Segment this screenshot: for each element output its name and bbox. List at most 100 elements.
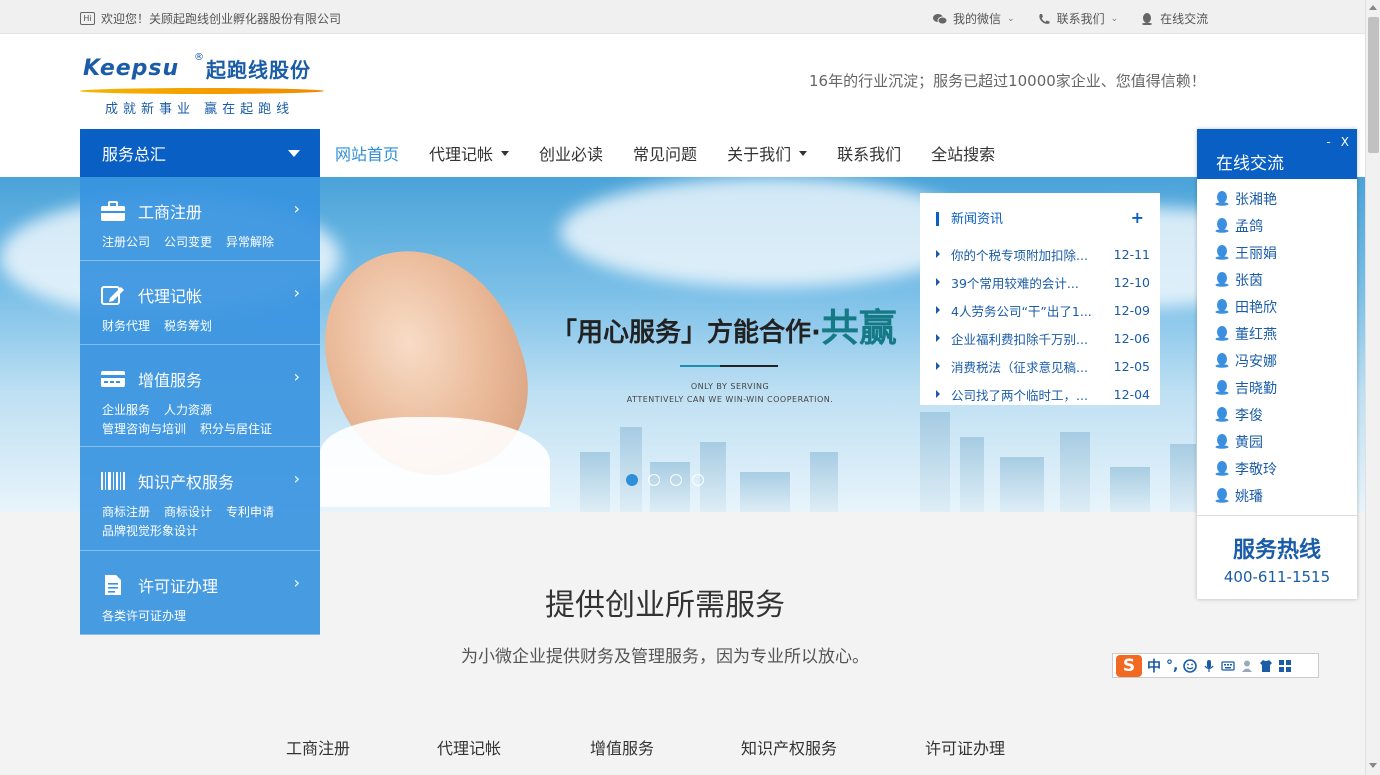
service-sub-link[interactable]: 企业服务 [102,403,150,417]
chat-agent[interactable]: 董红燕 [1215,320,1357,347]
chat-agent[interactable]: 黄园 [1215,428,1357,455]
hotline-number[interactable]: 400-611-1515 [1197,568,1357,586]
tab-business-registration[interactable]: 工商注册 [286,735,437,759]
banner-headline-part2: 共赢 [820,306,897,350]
sogou-logo-icon[interactable]: S [1116,654,1142,677]
chat-header: 在线交流 - X [1197,129,1357,179]
slider-dot[interactable] [692,474,704,486]
triangle-right-icon [936,390,940,398]
ime-toolbar[interactable]: S 中 °, [1112,653,1319,678]
chat-agent[interactable]: 吉晓勤 [1215,374,1357,401]
chat-close-button[interactable]: X [1341,135,1349,149]
chat-agent[interactable]: 孟鸽 [1215,212,1357,239]
chat-agent[interactable]: 田艳欣 [1215,293,1357,320]
slider-dot[interactable] [626,474,638,486]
nav-item-home[interactable]: 网站首页 [335,141,399,165]
service-sub-link[interactable]: 商标设计 [164,505,212,519]
qq-icon [1215,434,1229,449]
service-item-bookkeeping[interactable]: 代理记帐 › 财务代理 税务筹划 [80,261,320,345]
nav-item-contact[interactable]: 联系我们 [837,141,901,165]
wechat-link-label: 我的微信 [953,12,1002,26]
news-item-date: 12-04 [1113,386,1150,402]
chat-agent[interactable]: 李敬玲 [1215,455,1357,482]
logo-english: Keepsu [83,56,180,81]
service-sub-link[interactable]: 管理咨询与培训 [102,422,186,436]
service-item-intellectual-property[interactable]: 知识产权服务 › 商标注册 商标设计 专利申请 品牌视觉形象设计 [80,447,320,551]
slider-dot[interactable] [648,474,660,486]
service-sub-link[interactable]: 财务代理 [102,319,150,333]
triangle-right-icon [936,334,940,342]
service-menu-title: 服务总汇 [102,145,167,164]
news-item-title: 你的个税专项附加扣除... [951,247,1088,263]
news-item-date: 12-05 [1113,358,1150,374]
nav-item-search[interactable]: 全站搜索 [931,141,995,165]
chat-agent[interactable]: 王丽娟 [1215,239,1357,266]
chat-agent[interactable]: 姚璠 [1215,482,1357,509]
nav-item-faq[interactable]: 常见问题 [633,141,697,165]
service-sub-link[interactable]: 专利申请 [226,505,274,519]
scroll-down-arrow-icon[interactable] [1369,763,1377,768]
news-item[interactable]: 企业福利费扣除千万别... 12-06 [936,324,1150,352]
service-sub-link[interactable]: 异常解除 [226,235,274,249]
service-item-business-registration[interactable]: 工商注册 › 注册公司 公司变更 异常解除 [80,177,320,261]
ime-punctuation-toggle[interactable]: °, [1166,658,1178,674]
news-item[interactable]: 4人劳务公司“干”出了1... 12-09 [936,296,1150,324]
service-sub-link[interactable]: 注册公司 [102,235,150,249]
service-tabs: 工商注册 代理记帐 增值服务 知识产权服务 许可证办理 [286,735,1005,759]
online-chat-link-label: 在线交流 [1160,12,1209,26]
site-logo[interactable]: Keepsu ® 起跑线股份 成就新事业 赢在起跑线 [80,48,330,128]
nav-item-label: 代理记帐 [429,145,494,164]
service-sub-link[interactable]: 品牌视觉形象设计 [102,524,198,538]
service-menu-toggle[interactable]: 服务总汇 [80,129,320,177]
nav-item-startup-guide[interactable]: 创业必读 [539,141,603,165]
nav-item-about[interactable]: 关于我们 [727,141,808,165]
news-item-title: 4人劳务公司“干”出了1... [951,303,1092,319]
triangle-right-icon [936,250,940,258]
triangle-right-icon [936,362,940,370]
news-more-button[interactable]: + [1131,208,1144,227]
scrollbar-thumb[interactable] [1368,17,1379,153]
service-sub-link[interactable]: 税务筹划 [164,319,212,333]
user-icon[interactable] [1240,659,1254,673]
service-sub-link[interactable]: 积分与居住证 [200,422,272,436]
tab-intellectual-property[interactable]: 知识产权服务 [741,735,925,759]
service-item-title: 增值服务 [138,371,203,390]
tab-licenses[interactable]: 许可证办理 [925,735,1005,759]
nav-item-bookkeeping[interactable]: 代理记帐 [429,141,510,165]
grid-menu-icon[interactable] [1278,659,1292,673]
news-item[interactable]: 消费税法（征求意见稿... 12-05 [936,352,1150,380]
hi-icon: Hi [80,12,95,25]
page-scrollbar[interactable] [1365,0,1380,775]
service-item-value-added[interactable]: 增值服务 › 企业服务 人力资源 管理咨询与培训 积分与居住证 [80,345,320,447]
tab-bookkeeping[interactable]: 代理记帐 [437,735,590,759]
chat-agent[interactable]: 张湘艳 [1215,185,1357,212]
news-item[interactable]: 你的个税专项附加扣除... 12-11 [936,240,1150,268]
wechat-link[interactable]: 我的微信 ⌄ [933,10,1015,27]
welcome-text: 欢迎您！关顾起跑线创业孵化器股份有限公司 [101,12,342,26]
tab-value-added[interactable]: 增值服务 [590,735,741,759]
keyboard-icon[interactable] [1221,659,1235,673]
chat-agent[interactable]: 李俊 [1215,401,1357,428]
slider-dots [626,474,704,486]
service-sub-link[interactable]: 商标注册 [102,505,150,519]
news-item[interactable]: 公司找了两个临时工，... 12-04 [936,380,1150,408]
news-item[interactable]: 39个常用较难的会计... 12-10 [936,268,1150,296]
microphone-icon[interactable] [1202,659,1216,673]
online-chat-link[interactable]: 在线交流 [1140,10,1208,27]
chat-minimize-button[interactable]: - [1326,135,1330,149]
contact-link[interactable]: 联系我们 ⌄ [1037,10,1118,27]
ime-mode-toggle[interactable]: 中 [1147,656,1161,676]
banner-headline-part1: 「用心服务」方能合作· [551,318,821,348]
service-sub-link[interactable]: 公司变更 [164,235,212,249]
smiley-icon[interactable] [1183,658,1198,673]
news-title: 新闻资讯 [951,211,1004,227]
slider-dot[interactable] [670,474,682,486]
chat-agent[interactable]: 冯安娜 [1215,347,1357,374]
scroll-up-arrow-icon[interactable] [1369,5,1377,10]
skin-shirt-icon[interactable] [1259,659,1273,673]
contact-link-label: 联系我们 [1056,12,1105,26]
qq-icon [1215,245,1229,260]
qq-icon [1215,272,1229,287]
chat-agent[interactable]: 张茵 [1215,266,1357,293]
service-sub-link[interactable]: 人力资源 [164,403,212,417]
